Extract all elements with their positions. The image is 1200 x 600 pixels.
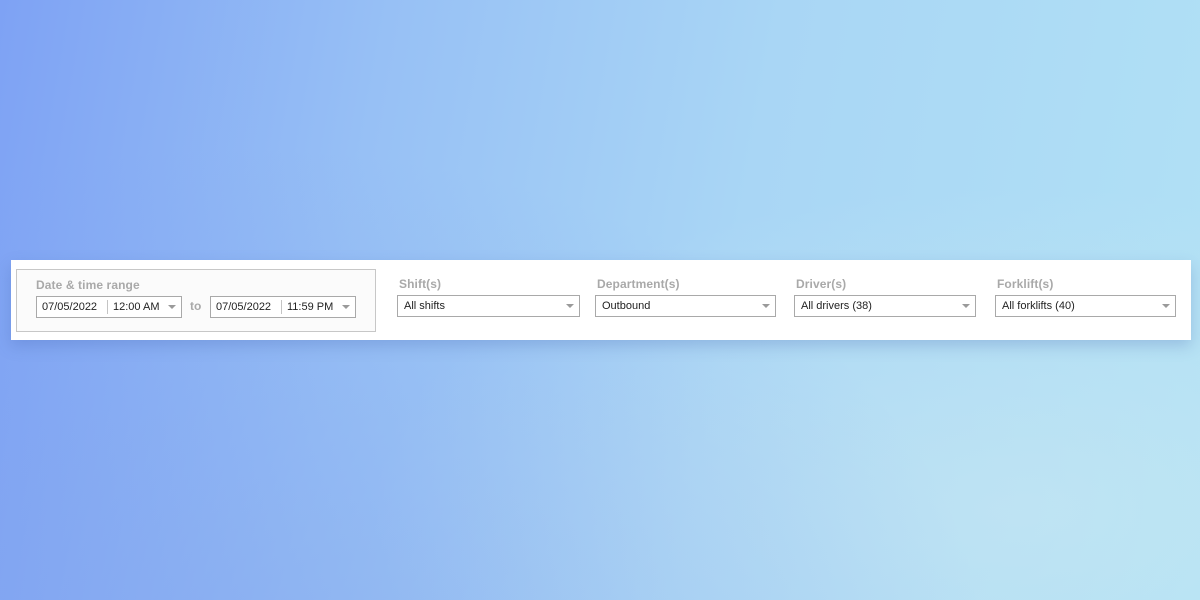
chevron-down-icon[interactable] [566,304,574,308]
shifts-selected-value: All shifts [404,300,445,312]
chevron-down-icon[interactable] [1162,304,1170,308]
shifts-select[interactable]: All shifts [397,295,580,317]
forklifts-label: Forklift(s) [997,277,1054,291]
date-time-range-label: Date & time range [36,278,140,292]
start-datetime-divider [107,300,108,314]
date-time-range-group: Date & time range 07/05/2022 12:00 AM to… [16,269,376,332]
end-time-value[interactable]: 11:59 PM [287,301,333,313]
forklifts-selected-value: All forklifts (40) [1002,300,1075,312]
drivers-select[interactable]: All drivers (38) [794,295,976,317]
departments-label: Department(s) [597,277,680,291]
filter-bar: Date & time range 07/05/2022 12:00 AM to… [11,260,1191,340]
chevron-down-icon[interactable] [168,305,176,309]
range-separator-text: to [190,299,202,313]
end-datetime-divider [281,300,282,314]
end-date-value[interactable]: 07/05/2022 [216,301,271,313]
drivers-filter: Driver(s) All drivers (38) [794,260,976,340]
departments-select[interactable]: Outbound [595,295,776,317]
drivers-selected-value: All drivers (38) [801,300,872,312]
start-date-value[interactable]: 07/05/2022 [42,301,97,313]
chevron-down-icon[interactable] [342,305,350,309]
chevron-down-icon[interactable] [762,304,770,308]
start-datetime-picker[interactable]: 07/05/2022 12:00 AM [36,296,182,318]
forklifts-filter: Forklift(s) All forklifts (40) [995,260,1176,340]
chevron-down-icon[interactable] [962,304,970,308]
shifts-label: Shift(s) [399,277,442,291]
departments-selected-value: Outbound [602,300,651,312]
drivers-label: Driver(s) [796,277,847,291]
forklifts-select[interactable]: All forklifts (40) [995,295,1176,317]
shifts-filter: Shift(s) All shifts [397,260,580,340]
departments-filter: Department(s) Outbound [595,260,776,340]
end-datetime-picker[interactable]: 07/05/2022 11:59 PM [210,296,356,318]
start-time-value[interactable]: 12:00 AM [113,301,159,313]
